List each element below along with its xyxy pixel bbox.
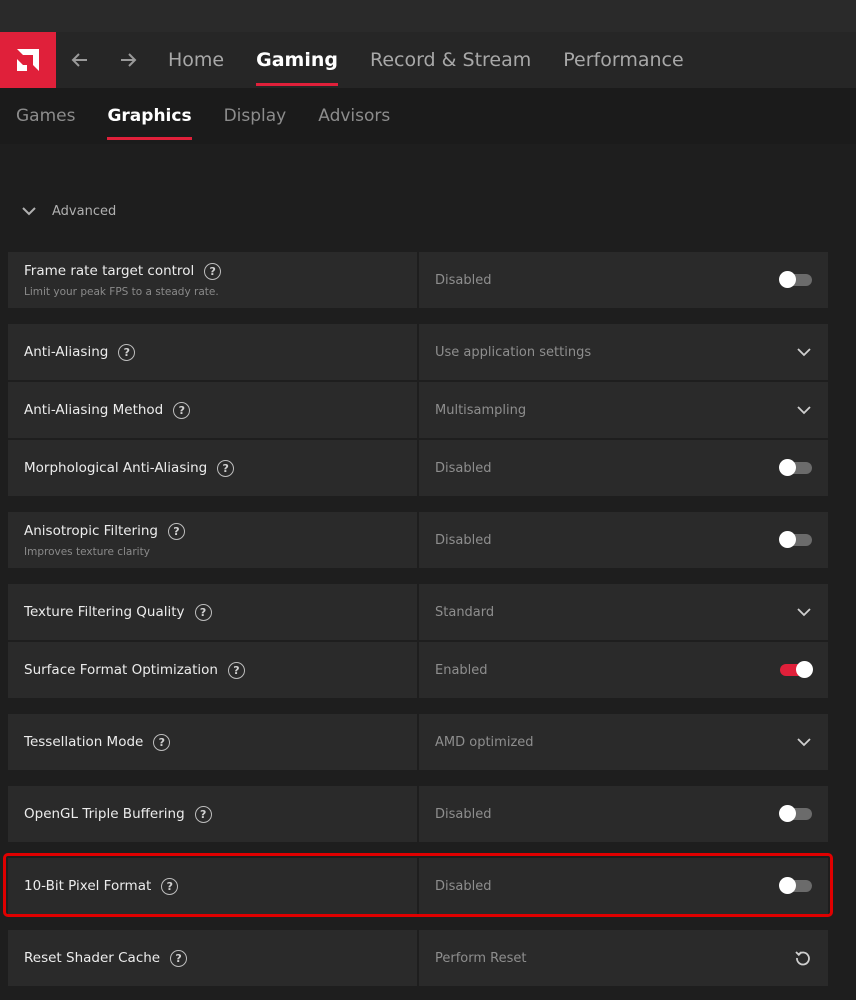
title-bar	[0, 0, 856, 32]
help-icon[interactable]: ?	[161, 877, 179, 895]
help-icon[interactable]: ?	[227, 661, 245, 679]
section-title: Advanced	[52, 203, 117, 219]
setting-row-anisotropic-filtering: Anisotropic Filtering? Improves texture …	[8, 512, 828, 568]
setting-value: Disabled	[435, 806, 492, 822]
setting-value: Multisampling	[435, 402, 527, 418]
nav-home[interactable]: Home	[168, 32, 224, 88]
setting-value: AMD optimized	[435, 734, 534, 750]
setting-label: Tessellation Mode	[24, 734, 144, 750]
setting-row-10-bit-pixel-format: 10-Bit Pixel Format? Disabled	[8, 858, 828, 914]
help-icon[interactable]: ?	[173, 401, 191, 419]
help-icon[interactable]: ?	[194, 603, 212, 621]
setting-value: Disabled	[435, 460, 492, 476]
setting-row-surface-format-optimization: Surface Format Optimization? Enabled	[8, 642, 828, 698]
help-icon[interactable]: ?	[170, 949, 188, 967]
setting-sublabel: Improves texture clarity	[24, 545, 150, 558]
setting-label: Anti-Aliasing	[24, 344, 109, 360]
setting-value: Disabled	[435, 878, 492, 894]
surface-format-toggle[interactable]	[780, 661, 813, 678]
setting-label: Morphological Anti-Aliasing	[24, 460, 208, 476]
chevron-down-icon	[22, 207, 36, 216]
anisotropic-filtering-toggle[interactable]	[779, 531, 812, 548]
nav-gaming[interactable]: Gaming	[256, 32, 338, 88]
settings-content: Advanced Frame rate target control? Limi…	[0, 144, 856, 1000]
nav-record-stream[interactable]: Record & Stream	[370, 32, 531, 88]
setting-row-frame-rate-target-control: Frame rate target control? Limit your pe…	[8, 252, 828, 308]
nav-performance[interactable]: Performance	[563, 32, 683, 88]
setting-row-tessellation-mode[interactable]: Tessellation Mode? AMD optimized	[8, 714, 828, 770]
setting-sublabel: Limit your peak FPS to a steady rate.	[24, 285, 219, 298]
setting-value: Perform Reset	[435, 950, 527, 966]
chevron-down-icon[interactable]	[796, 604, 812, 620]
tab-graphics[interactable]: Graphics	[107, 88, 192, 144]
setting-value: Disabled	[435, 272, 492, 288]
advanced-section-toggle[interactable]: Advanced	[20, 202, 116, 220]
back-arrow-icon[interactable]	[56, 32, 104, 88]
setting-label: Frame rate target control	[24, 263, 195, 279]
sub-nav: Games Graphics Display Advisors	[0, 88, 856, 144]
setting-row-reset-shader-cache[interactable]: Reset Shader Cache? Perform Reset	[8, 930, 828, 986]
help-icon[interactable]: ?	[204, 262, 222, 280]
setting-label: OpenGL Triple Buffering	[24, 806, 185, 822]
amd-logo-icon[interactable]	[0, 32, 56, 88]
chevron-down-icon[interactable]	[796, 734, 812, 750]
setting-value: Enabled	[435, 662, 488, 678]
10-bit-pixel-format-toggle[interactable]	[779, 877, 812, 894]
reset-icon[interactable]	[794, 949, 812, 967]
setting-label: Texture Filtering Quality	[24, 604, 185, 620]
help-icon[interactable]: ?	[153, 733, 171, 751]
setting-value: Use application settings	[435, 344, 592, 360]
tab-display[interactable]: Display	[224, 88, 287, 144]
opengl-triple-buffering-toggle[interactable]	[779, 805, 812, 822]
chevron-down-icon[interactable]	[796, 402, 812, 418]
setting-value: Standard	[435, 604, 495, 620]
setting-row-morphological-anti-aliasing: Morphological Anti-Aliasing? Disabled	[8, 440, 828, 496]
setting-row-opengl-triple-buffering: OpenGL Triple Buffering? Disabled	[8, 786, 828, 842]
setting-row-anti-aliasing-method[interactable]: Anti-Aliasing Method? Multisampling	[8, 382, 828, 438]
setting-label: Anti-Aliasing Method	[24, 402, 164, 418]
main-nav: Home Gaming Record & Stream Performance	[0, 32, 856, 88]
chevron-down-icon[interactable]	[796, 344, 812, 360]
setting-label: 10-Bit Pixel Format	[24, 878, 152, 894]
setting-value: Disabled	[435, 532, 492, 548]
help-icon[interactable]: ?	[217, 459, 235, 477]
setting-row-texture-filtering-quality[interactable]: Texture Filtering Quality? Standard	[8, 584, 828, 640]
setting-label: Surface Format Optimization	[24, 662, 218, 678]
forward-arrow-icon[interactable]	[104, 32, 152, 88]
help-icon[interactable]: ?	[168, 522, 185, 540]
tab-advisors[interactable]: Advisors	[318, 88, 390, 144]
frame-rate-target-toggle[interactable]	[779, 271, 812, 288]
app-window: Home Gaming Record & Stream Performance …	[0, 0, 856, 1000]
setting-row-anti-aliasing[interactable]: Anti-Aliasing? Use application settings	[8, 324, 828, 380]
tab-games[interactable]: Games	[16, 88, 75, 144]
morphological-aa-toggle[interactable]	[779, 459, 812, 476]
setting-label: Anisotropic Filtering	[24, 523, 158, 539]
help-icon[interactable]: ?	[118, 343, 136, 361]
setting-label: Reset Shader Cache	[24, 950, 161, 966]
help-icon[interactable]: ?	[194, 805, 212, 823]
